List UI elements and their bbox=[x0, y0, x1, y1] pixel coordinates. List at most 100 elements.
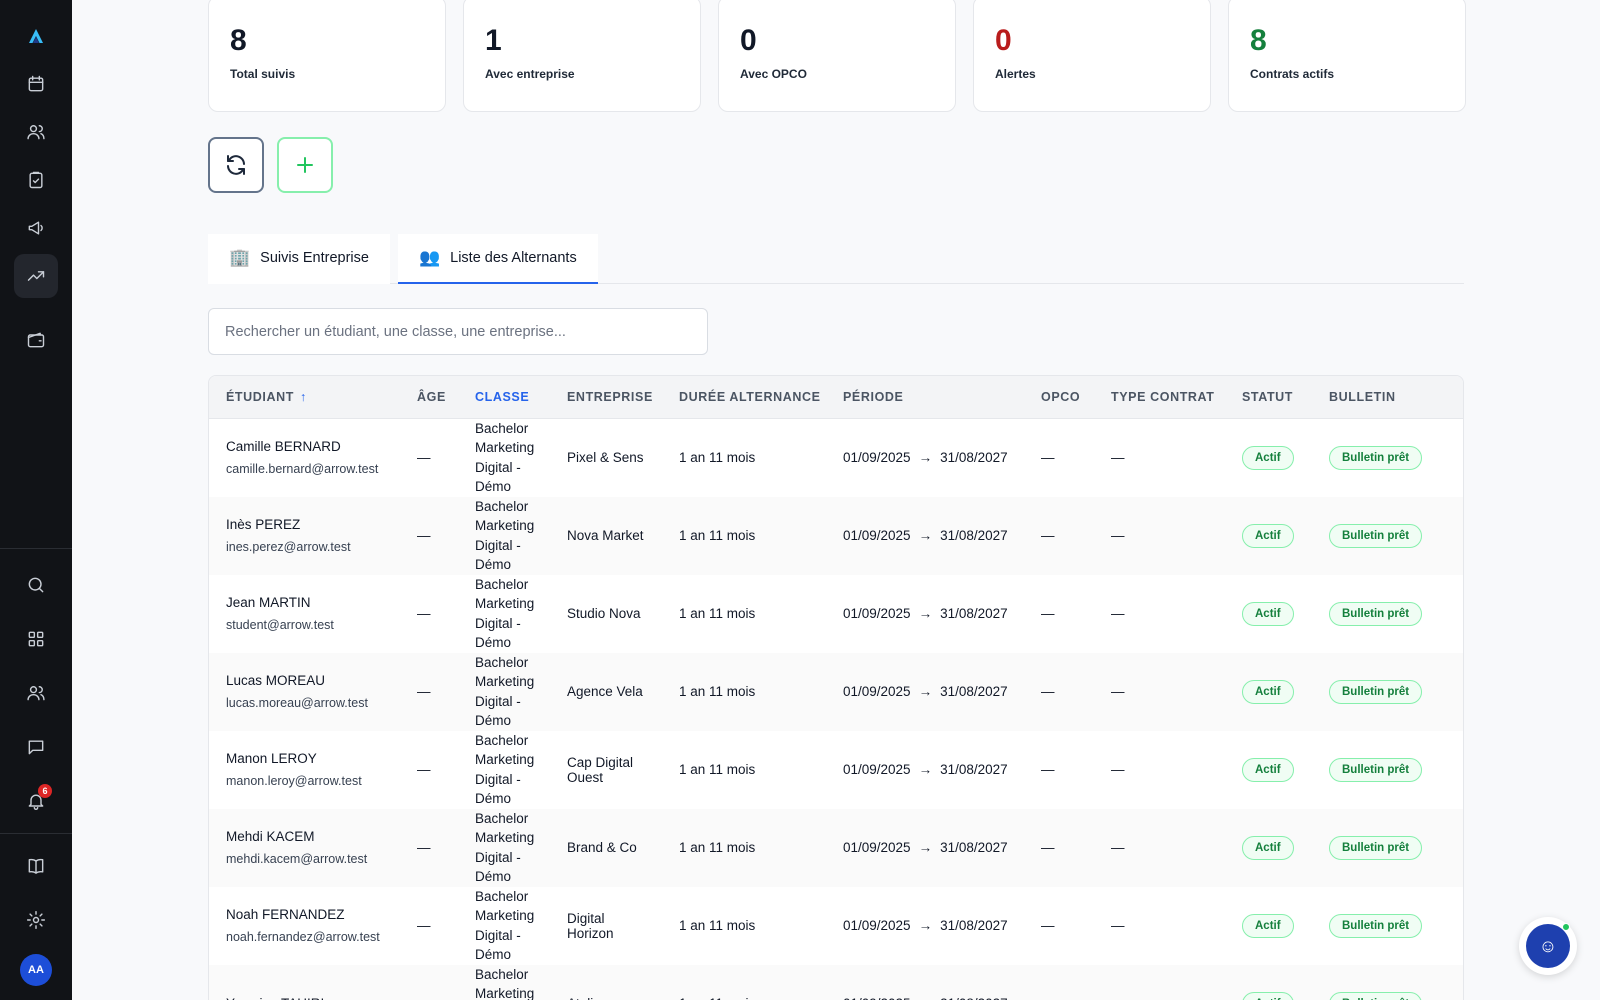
duree-cell: 1 an 11 mois bbox=[679, 840, 756, 855]
actions-cell bbox=[1446, 809, 1464, 887]
actions-cell bbox=[1446, 497, 1464, 575]
sidebar-item-grid[interactable] bbox=[14, 617, 58, 661]
bulletin-badge[interactable]: Bulletin prêt bbox=[1329, 601, 1423, 626]
periode-cell: 01/09/2025 → 31/08/2027 bbox=[826, 497, 1024, 575]
column-header[interactable]: PÉRIODE bbox=[826, 376, 1024, 419]
row-action-button[interactable] bbox=[1463, 537, 1464, 567]
column-header-label: PÉRIODE bbox=[843, 389, 904, 404]
row-action-button[interactable] bbox=[1463, 583, 1464, 613]
bulletin-badge[interactable]: Bulletin prêt bbox=[1329, 445, 1423, 470]
notification-badge: 6 bbox=[38, 784, 52, 798]
users-icon bbox=[27, 125, 45, 140]
table-row[interactable]: Mehdi KACEM mehdi.kacem@arrow.test — Bachel… bbox=[209, 808, 1464, 887]
bulletin-badge[interactable]: Bulletin prêt bbox=[1329, 991, 1423, 1000]
online-status-dot bbox=[1562, 923, 1570, 931]
column-header[interactable]: CLASSE bbox=[458, 376, 550, 419]
search-field[interactable] bbox=[208, 308, 708, 355]
table-row[interactable]: Jean MARTIN student@arrow.test — Bachelor M… bbox=[209, 575, 1464, 653]
stat-value: 0 bbox=[740, 24, 757, 57]
column-header[interactable]: ÉTUDIANT ↑ bbox=[209, 376, 400, 419]
column-header[interactable]: DURÉE ALTERNANCE bbox=[662, 376, 826, 419]
sidebar-footer-nav bbox=[14, 844, 58, 942]
sidebar-item-wallet[interactable] bbox=[14, 318, 58, 362]
bulletin-badge[interactable]: Bulletin prêt bbox=[1329, 913, 1423, 938]
people-icon: 👥 bbox=[418, 248, 441, 267]
row-action-button[interactable] bbox=[1463, 895, 1464, 925]
column-header[interactable]: TYPE CONTRAT bbox=[1094, 376, 1225, 419]
row-action-button[interactable] bbox=[1463, 615, 1464, 645]
row-action-button[interactable] bbox=[1463, 459, 1464, 489]
sidebar-item-users[interactable] bbox=[14, 110, 58, 154]
row-action-button[interactable] bbox=[1463, 427, 1464, 457]
sidebar-item-bell[interactable]: 6 bbox=[14, 779, 58, 823]
entreprise-cell: Brand & Co bbox=[567, 840, 637, 855]
chat-assistant-button[interactable]: ☺ bbox=[1519, 917, 1577, 975]
bulletin-badge[interactable]: Bulletin prêt bbox=[1329, 835, 1423, 860]
classe-cell: Bachelor Marketing Digital - Démo bbox=[475, 888, 535, 963]
tab-liste-alternants[interactable]: 👥 Liste des Alternants bbox=[397, 234, 598, 284]
type-contrat-cell: — bbox=[1111, 450, 1125, 465]
row-action-button[interactable] bbox=[1463, 849, 1464, 879]
sidebar-item-gear[interactable] bbox=[14, 898, 58, 942]
row-action-button[interactable] bbox=[1463, 661, 1464, 691]
student-name[interactable]: Inès PEREZ bbox=[226, 517, 383, 532]
table-row[interactable]: Lucas MOREAU lucas.moreau@arrow.test — Bach… bbox=[209, 652, 1464, 731]
column-header[interactable]: ÂGE bbox=[400, 376, 458, 419]
app-logo-icon[interactable] bbox=[18, 18, 54, 54]
bulletin-badge[interactable]: Bulletin prêt bbox=[1329, 679, 1423, 704]
row-action-button[interactable] bbox=[1463, 817, 1464, 847]
table-row[interactable]: Inès PEREZ ines.perez@arrow.test — Bachelor… bbox=[209, 496, 1464, 575]
search-input[interactable] bbox=[225, 323, 691, 340]
tab-suivis-entreprise[interactable]: 🏢 Suivis Entreprise bbox=[208, 234, 390, 284]
sidebar-item-trending-up[interactable] bbox=[14, 254, 58, 298]
table-row[interactable]: Camille BERNARD camille.bernard@arrow.tes… bbox=[209, 418, 1464, 497]
student-name[interactable]: Lucas MOREAU bbox=[226, 673, 383, 688]
student-name[interactable]: Jean MARTIN bbox=[226, 595, 383, 610]
stat-value: 8 bbox=[230, 24, 247, 57]
column-header[interactable]: A bbox=[1446, 376, 1463, 419]
student-name[interactable]: Mehdi KACEM bbox=[226, 829, 383, 844]
bulletin-cell: Bulletin prêt bbox=[1312, 731, 1446, 809]
column-header[interactable]: BULLETIN bbox=[1312, 376, 1446, 419]
classe-cell: Bachelor Marketing Digital - Démo bbox=[475, 966, 535, 1000]
sidebar-item-clipboard-check[interactable] bbox=[14, 158, 58, 202]
student-cell: Mehdi KACEM mehdi.kacem@arrow.test bbox=[209, 809, 400, 887]
table-row[interactable]: Manon LEROY manon.leroy@arrow.test — Bachel… bbox=[209, 731, 1464, 809]
sidebar-item-chat[interactable] bbox=[14, 725, 58, 769]
building-icon: 🏢 bbox=[229, 248, 251, 267]
sidebar-item-calendar[interactable] bbox=[14, 62, 58, 106]
student-name[interactable]: Manon LEROY bbox=[226, 751, 383, 766]
row-action-button[interactable] bbox=[1463, 693, 1464, 723]
statut-cell: Actif bbox=[1225, 497, 1312, 575]
row-action-button[interactable] bbox=[1463, 927, 1464, 957]
sidebar-item-search[interactable] bbox=[14, 563, 58, 607]
column-header[interactable]: OPCO bbox=[1024, 376, 1094, 419]
bulletin-cell: Bulletin prêt bbox=[1312, 887, 1446, 965]
row-action-button[interactable] bbox=[1463, 973, 1464, 1000]
table-row[interactable]: Yasmine TAHIRI — Bachelor Marketing Digita… bbox=[209, 964, 1464, 1000]
row-action-button[interactable] bbox=[1463, 739, 1464, 769]
row-action-button[interactable] bbox=[1463, 505, 1464, 535]
sidebar-item-megaphone[interactable] bbox=[14, 206, 58, 250]
column-header[interactable]: STATUT bbox=[1225, 376, 1312, 419]
table-row[interactable]: Noah FERNANDEZ noah.fernandez@arrow.test —… bbox=[209, 887, 1464, 965]
student-name[interactable]: Yasmine TAHIRI bbox=[226, 996, 383, 1000]
sidebar-item-users[interactable] bbox=[14, 671, 58, 715]
bulletin-badge[interactable]: Bulletin prêt bbox=[1329, 757, 1423, 782]
table-header-row: ÉTUDIANT ↑ ÂGE CLASSE ENTREPRISE DURÉE ALTERN… bbox=[209, 376, 1463, 419]
add-button[interactable] bbox=[277, 137, 333, 193]
status-badge: Actif bbox=[1242, 757, 1294, 782]
entreprise-cell: Atelier bbox=[550, 965, 662, 1000]
classe-cell: Bachelor Marketing Digital - Démo bbox=[475, 420, 535, 495]
sidebar-item-book[interactable] bbox=[14, 844, 58, 888]
avatar[interactable]: AA bbox=[20, 954, 52, 986]
bulletin-badge[interactable]: Bulletin prêt bbox=[1329, 523, 1423, 548]
student-name[interactable]: Noah FERNANDEZ bbox=[226, 907, 383, 922]
student-name[interactable]: Camille BERNARD bbox=[226, 439, 383, 454]
column-header-label: ÂGE bbox=[417, 389, 446, 404]
stat-card: 0 Avec OPCO bbox=[718, 0, 956, 112]
row-action-button[interactable] bbox=[1463, 771, 1464, 801]
refresh-button[interactable] bbox=[208, 137, 264, 193]
column-header[interactable]: ENTREPRISE bbox=[550, 376, 662, 419]
period-start: 01/09/2025 bbox=[843, 918, 911, 933]
